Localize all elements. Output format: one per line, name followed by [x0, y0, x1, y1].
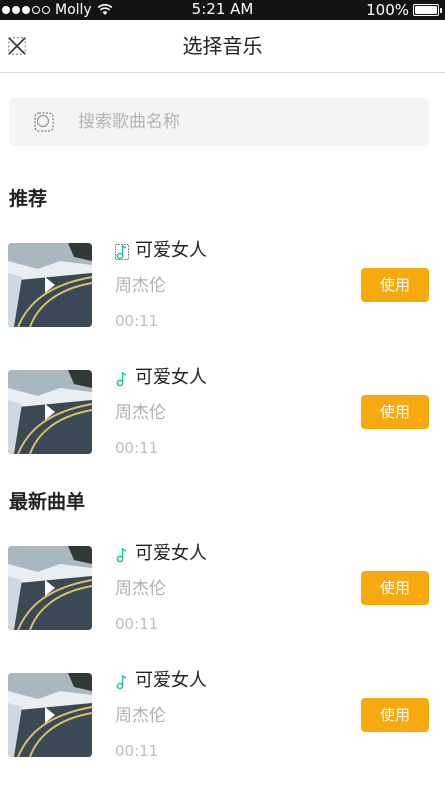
- song-duration: 00:11: [115, 742, 159, 760]
- song-title: 可爱女人: [135, 543, 207, 564]
- use-button[interactable]: 使用: [361, 571, 429, 605]
- music-note-icon: [116, 371, 127, 387]
- music-note-icon: [116, 547, 127, 563]
- music-note-icon: [115, 244, 129, 260]
- song-cover[interactable]: [8, 243, 92, 327]
- use-button[interactable]: 使用: [361, 268, 429, 302]
- song-cover[interactable]: [8, 370, 92, 454]
- search-input[interactable]: 搜索歌曲名称: [9, 98, 429, 146]
- status-bar: Molly 5:21 AM 100%: [0, 0, 445, 20]
- use-button[interactable]: 使用: [361, 698, 429, 732]
- play-icon[interactable]: [45, 707, 55, 723]
- song-item[interactable]: 可爱女人 周杰伦 00:11 使用: [0, 240, 445, 330]
- section-title-recommended: 推荐: [9, 188, 48, 210]
- song-title: 可爱女人: [135, 670, 207, 691]
- song-artist: 周杰伦: [115, 403, 166, 423]
- song-cover[interactable]: [8, 673, 92, 757]
- battery-icon: [413, 4, 442, 16]
- song-title: 可爱女人: [135, 367, 207, 388]
- section-title-latest: 最新曲单: [9, 491, 86, 513]
- music-note-icon: [116, 674, 127, 690]
- song-duration: 00:11: [115, 439, 159, 457]
- page-title: 选择音乐: [182, 34, 263, 58]
- song-duration: 00:11: [115, 312, 159, 330]
- play-icon[interactable]: [45, 580, 55, 596]
- search-placeholder: 搜索歌曲名称: [78, 112, 180, 132]
- song-artist: 周杰伦: [115, 706, 166, 726]
- song-duration: 00:11: [115, 615, 159, 633]
- song-item[interactable]: 可爱女人 周杰伦 00:11 使用: [0, 670, 445, 760]
- play-icon[interactable]: [45, 404, 55, 420]
- battery-percent: 100%: [366, 1, 409, 19]
- status-right: 100%: [366, 1, 442, 19]
- play-icon[interactable]: [45, 277, 55, 293]
- song-cover[interactable]: [8, 546, 92, 630]
- song-item[interactable]: 可爱女人 周杰伦 00:11 使用: [0, 367, 445, 457]
- song-title: 可爱女人: [135, 240, 207, 261]
- song-artist: 周杰伦: [115, 276, 166, 296]
- search-icon: [34, 112, 54, 132]
- nav-bar: 选择音乐: [0, 20, 445, 73]
- song-item[interactable]: 可爱女人 周杰伦 00:11 使用: [0, 543, 445, 633]
- song-artist: 周杰伦: [115, 579, 166, 599]
- use-button[interactable]: 使用: [361, 395, 429, 429]
